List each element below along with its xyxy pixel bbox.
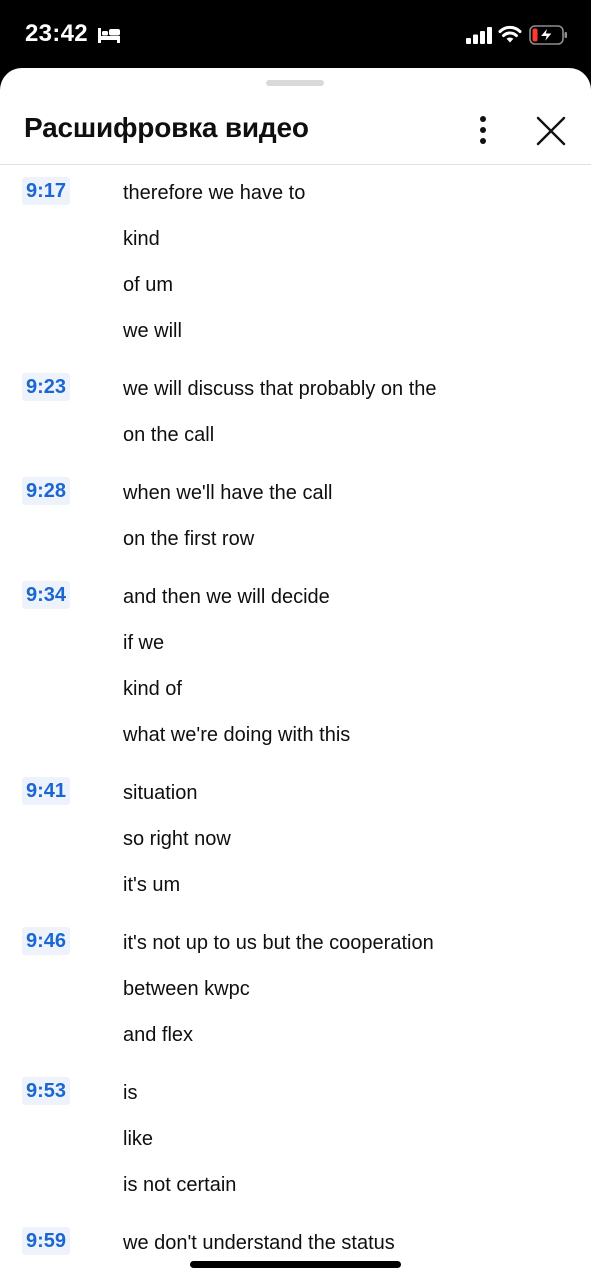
transcript-line: what we're doing with this [123,724,351,746]
transcript-line: when we'll have the call [123,482,333,504]
transcript-line: on the call [123,424,215,446]
timestamp-link[interactable]: 9:59 [22,1227,71,1255]
transcript-sheet: Расшифровка видео 9:17 therefore we have… [0,68,591,1280]
transcript-list[interactable]: 9:17 therefore we have to kind of um we … [0,165,591,1280]
transcript-line: kind of [123,678,182,700]
home-indicator[interactable] [190,1261,401,1268]
more-options-button[interactable] [466,112,500,148]
sleep-bed-icon [98,28,120,43]
cellular-signal-icon [466,27,492,44]
transcript-line: we will [123,320,182,342]
timestamp-link[interactable]: 9:53 [22,1077,71,1105]
transcript-line: so right now [123,828,231,850]
more-vertical-icon [480,116,486,122]
transcript-line: between kwpc [123,978,250,1000]
timestamp-link[interactable]: 9:41 [22,777,71,805]
transcript-line: and then we will decide [123,586,330,608]
wifi-icon [498,25,522,43]
transcript-line: situation [123,782,198,804]
timestamp-link[interactable]: 9:17 [22,177,71,205]
transcript-line: is [123,1082,138,1104]
transcript-line: on the first row [123,528,255,550]
transcript-line: and flex [123,1024,194,1046]
close-icon [536,116,566,146]
battery-low-charging-icon [529,25,567,45]
status-time: 23:42 [25,20,88,47]
transcript-line: it's um [123,874,181,896]
timestamp-link[interactable]: 9:34 [22,581,71,609]
status-bar: 23:42 [0,0,591,70]
timestamp-link[interactable]: 9:23 [22,373,71,401]
sheet-grabber[interactable] [266,80,324,86]
close-button[interactable] [534,114,568,148]
transcript-line: like [123,1128,154,1150]
transcript-line: therefore we have to [123,182,306,204]
transcript-line: we will discuss that probably on the [123,378,437,400]
timestamp-link[interactable]: 9:28 [22,477,71,505]
transcript-line: if we [123,632,165,654]
timestamp-link[interactable]: 9:46 [22,927,71,955]
transcript-line: is not certain [123,1174,237,1196]
transcript-line: it's not up to us but the cooperation [123,932,434,954]
transcript-line: we don't understand the status [123,1232,395,1254]
transcript-line: of um [123,274,174,296]
sheet-title: Расшифровка видео [24,112,309,143]
transcript-line: kind [123,228,160,250]
